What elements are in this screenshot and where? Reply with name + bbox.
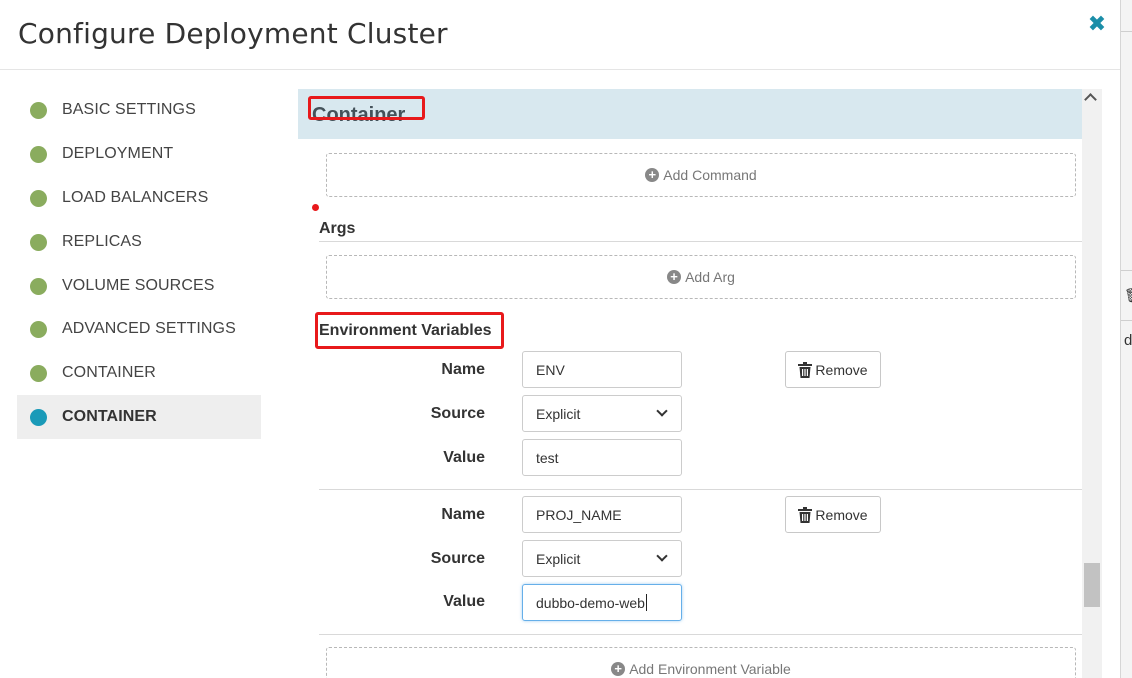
modal-header: Configure Deployment Cluster ✖: [0, 0, 1120, 70]
sidebar-item-label: BASIC SETTINGS: [62, 101, 196, 118]
background-text-fragment: d: [1124, 332, 1132, 349]
step-complete-icon: [30, 101, 47, 119]
add-command-button[interactable]: + Add Command: [326, 153, 1076, 197]
remove-env-button[interactable]: Remove: [785, 351, 881, 388]
modal-title: Configure Deployment Cluster: [18, 17, 448, 50]
chevron-down-icon: [656, 550, 668, 562]
trash-icon: [798, 506, 813, 523]
plus-circle-icon: +: [645, 168, 660, 182]
env-name-label: Name: [441, 361, 485, 378]
env-source-value: Explicit: [536, 550, 581, 567]
sidebar-item-label: VOLUME SOURCES: [62, 277, 215, 294]
step-complete-icon: [30, 233, 47, 251]
step-complete-icon: [30, 189, 47, 207]
env-name-value: ENV: [536, 361, 565, 378]
step-complete-icon: [30, 145, 47, 163]
scrollbar-thumb[interactable]: [1084, 563, 1100, 607]
remove-label: Remove: [815, 361, 868, 378]
env-divider: [319, 489, 1082, 490]
step-active-icon: [30, 408, 47, 426]
env-source-label: Source: [430, 405, 485, 422]
add-environment-variable-button[interactable]: + Add Environment Variable: [326, 647, 1076, 678]
plus-circle-icon: +: [611, 662, 626, 676]
add-arg-label: Add Arg: [685, 269, 735, 285]
sidebar-item-label: DEPLOYMENT: [62, 145, 174, 162]
sidebar-item-label: REPLICAS: [62, 233, 142, 250]
env-value-input[interactable]: test: [522, 439, 682, 476]
sidebar-item-deployment[interactable]: DEPLOYMENT: [17, 132, 261, 176]
add-environment-variable-label: Add Environment Variable: [629, 661, 791, 677]
add-arg-button[interactable]: + Add Arg: [326, 255, 1076, 299]
container-form: Container + Add Command Args + Add Arg E…: [298, 89, 1082, 678]
env-name-input[interactable]: PROJ_NAME: [522, 496, 682, 533]
sidebar-item-basic-settings[interactable]: BASIC SETTINGS: [17, 88, 261, 132]
remove-label: Remove: [815, 506, 868, 523]
remove-env-button[interactable]: Remove: [785, 496, 881, 533]
env-name-input[interactable]: ENV: [522, 351, 682, 388]
environment-variables-heading: Environment Variables: [319, 322, 492, 339]
step-complete-icon: [30, 320, 47, 338]
background-rule: [1121, 31, 1132, 32]
section-header: Container: [298, 89, 1082, 139]
configure-deployment-modal: Configure Deployment Cluster ✖ BASIC SET…: [0, 0, 1120, 678]
close-icon[interactable]: ✖: [1086, 12, 1108, 36]
env-source-value: Explicit: [536, 405, 581, 422]
annotation-dot: [312, 204, 319, 211]
step-complete-icon: [30, 364, 47, 382]
background-rule: [1121, 270, 1132, 271]
sidebar-item-label: LOAD BALANCERS: [62, 189, 209, 206]
background-trash-icon: 🗑: [1124, 287, 1132, 304]
env-value-value: test: [536, 449, 559, 466]
chevron-down-icon: [656, 405, 668, 417]
env-value-label: Value: [443, 449, 485, 466]
env-value-input-focused[interactable]: dubbo-demo-web: [522, 584, 682, 621]
background-rule: [1121, 320, 1132, 321]
sidebar-item-replicas[interactable]: REPLICAS: [17, 220, 261, 264]
env-divider: [319, 634, 1082, 635]
env-source-select[interactable]: Explicit: [522, 540, 682, 577]
section-title: Container: [312, 104, 406, 126]
text-caret: [645, 594, 647, 611]
args-heading: Args: [319, 220, 356, 237]
sidebar-item-container[interactable]: CONTAINER: [17, 351, 261, 395]
sidebar-item-label: ADVANCED SETTINGS: [62, 320, 236, 337]
sidebar-item-container-active[interactable]: CONTAINER: [17, 395, 261, 439]
sidebar-item-load-balancers[interactable]: LOAD BALANCERS: [17, 176, 261, 220]
env-source-select[interactable]: Explicit: [522, 395, 682, 432]
env-name-label: Name: [441, 506, 485, 523]
sidebar-item-label: CONTAINER: [62, 364, 156, 381]
trash-icon: [798, 361, 813, 378]
sidebar-item-label: CONTAINER: [62, 408, 157, 425]
env-source-label: Source: [430, 550, 485, 567]
content-scrollbar[interactable]: [1082, 89, 1102, 678]
sidebar-item-advanced-settings[interactable]: ADVANCED SETTINGS: [17, 307, 261, 351]
sidebar-item-volume-sources[interactable]: VOLUME SOURCES: [17, 264, 261, 308]
background-page: 🗑 d: [1120, 0, 1132, 678]
add-command-label: Add Command: [663, 167, 757, 183]
env-value-label: Value: [443, 593, 485, 610]
args-divider: [319, 241, 1082, 242]
plus-circle-icon: +: [667, 270, 682, 284]
env-value-value: dubbo-demo-web: [536, 594, 645, 611]
step-complete-icon: [30, 277, 47, 295]
env-name-value: PROJ_NAME: [536, 506, 622, 523]
scroll-up-icon[interactable]: [1084, 93, 1097, 106]
